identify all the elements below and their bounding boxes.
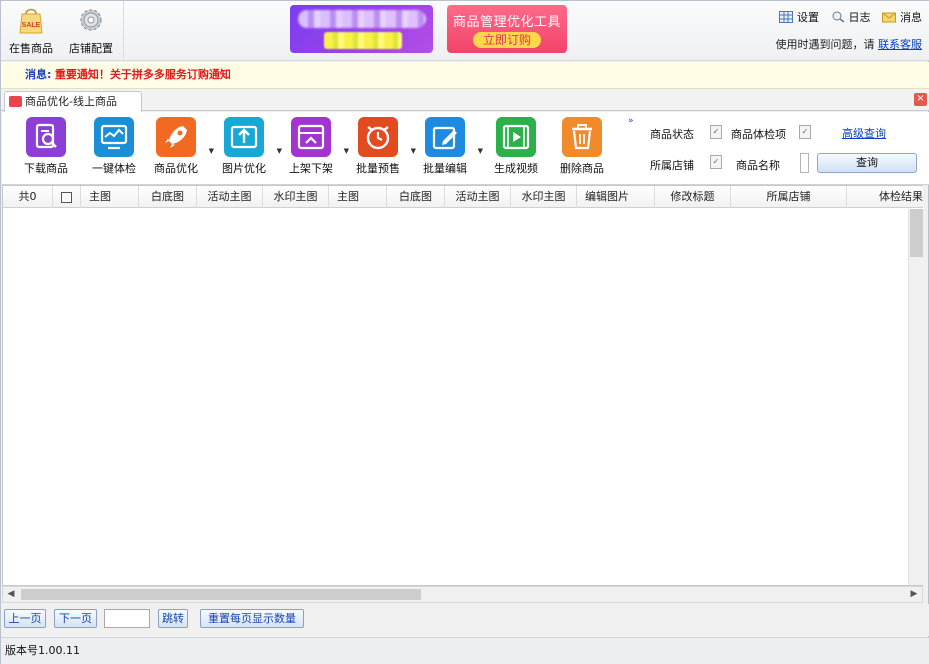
status-filter-label: 商品状态 <box>650 128 694 141</box>
pager: 上一页 下一页 跳转 重置每页显示数量 <box>1 604 929 636</box>
col-main-image-2[interactable]: 主图 <box>329 186 387 208</box>
gear-icon <box>80 9 102 31</box>
alarm-clock-icon <box>358 117 398 157</box>
video-icon <box>496 117 536 157</box>
edit-dropdown-icon[interactable]: ▼ <box>478 147 483 155</box>
settings-link[interactable]: 设置 <box>779 9 819 25</box>
col-white-bg[interactable]: 白底图 <box>139 186 197 208</box>
col-select-all[interactable] <box>53 186 81 208</box>
col-store[interactable]: 所属店铺 <box>731 186 847 208</box>
edit-icon <box>425 117 465 157</box>
horizontal-scroll-thumb[interactable] <box>21 589 421 600</box>
promo-title: 商品管理优化工具 <box>452 15 561 30</box>
contact-support-link[interactable]: 联系客服 <box>878 38 922 51</box>
select-all-checkbox[interactable] <box>61 191 72 203</box>
status-filter-dropdown[interactable]: ✓ <box>710 125 722 139</box>
tab-online-products[interactable]: 商品优化-线上商品 <box>4 91 142 112</box>
store-filter-label: 所属店铺 <box>650 159 694 172</box>
close-tab-icon[interactable]: × <box>914 93 927 106</box>
scroll-left-icon[interactable]: ◀ <box>3 587 19 602</box>
jump-button[interactable]: 跳转 <box>158 609 188 628</box>
col-watermark-main[interactable]: 水印主图 <box>263 186 329 208</box>
sale-bag-icon: SALE <box>19 8 43 34</box>
monitor-icon <box>94 117 134 157</box>
toolbar: 下载商品 一键体检 商品优化 ▼ 图片优化 ▼ 上架下架 ▼ 批量预售 ▼ 批量… <box>2 112 929 185</box>
prev-page-button[interactable]: 上一页 <box>4 609 46 628</box>
col-main-image[interactable]: 主图 <box>81 186 139 208</box>
product-name-input[interactable] <box>800 153 809 173</box>
col-watermark-main-2[interactable]: 水印主图 <box>511 186 577 208</box>
col-check-result[interactable]: 体检结果 <box>847 186 923 208</box>
notice-message-link[interactable]: 重要通知！关于拼多多服务订购通知 <box>55 68 231 81</box>
product-optimize-button[interactable]: 商品优化 ▼ <box>144 117 214 176</box>
ad-banner-blurred[interactable] <box>290 5 433 53</box>
delete-products-button[interactable]: 删除商品 <box>550 117 614 176</box>
help-text: 使用时遇到问题，请 <box>775 38 875 51</box>
one-click-check-button[interactable]: 一键体检 <box>82 117 146 176</box>
app-window: SALE 在售商品 店铺配置 商品管理优化工具 立即订购 设置 日志 消息 使用… <box>0 0 929 664</box>
notice-bar: 消息: 重要通知！关于拼多多服务订购通知 <box>1 62 929 89</box>
products-grid: 共0 主图 白底图 活动主图 水印主图 主图 白底图 活动主图 水印主图 编辑图… <box>2 185 923 586</box>
advanced-search-link[interactable]: 高级查询 <box>842 125 886 141</box>
vertical-scroll-thumb[interactable] <box>910 209 923 257</box>
rocket-icon <box>156 117 196 157</box>
blurred-ad-button <box>324 32 402 49</box>
vertical-scrollbar[interactable] <box>908 209 923 585</box>
tab-title: 商品优化-线上商品 <box>25 95 117 108</box>
col-activity-main-2[interactable]: 活动主图 <box>445 186 511 208</box>
shelf-icon <box>291 117 331 157</box>
message-envelope-icon <box>882 12 896 23</box>
on-sale-label: 在售商品 <box>9 42 53 55</box>
svg-text:SALE: SALE <box>22 22 41 29</box>
promo-banner[interactable]: 商品管理优化工具 立即订购 <box>447 5 567 53</box>
generate-video-button[interactable]: 生成视频 <box>484 117 548 176</box>
batch-edit-button[interactable]: 批量编辑 ▼ <box>413 117 483 176</box>
tab-app-icon <box>9 96 22 107</box>
health-filter-label: 商品体检项 <box>731 128 786 141</box>
name-filter-label: 商品名称 <box>736 159 780 172</box>
scroll-right-icon[interactable]: ▶ <box>906 587 922 602</box>
blurred-ad-title <box>298 10 426 28</box>
grid-header: 共0 主图 白底图 活动主图 水印主图 主图 白底图 活动主图 水印主图 编辑图… <box>3 186 923 208</box>
status-bar: 版本号1.00.11 <box>1 637 929 664</box>
help-row: 使用时遇到问题，请 联系客服 <box>776 36 923 52</box>
top-divider <box>123 1 124 61</box>
col-edit-title[interactable]: 修改标题 <box>655 186 731 208</box>
top-bar: SALE 在售商品 店铺配置 商品管理优化工具 立即订购 设置 日志 消息 使用… <box>1 1 929 61</box>
trash-icon <box>562 117 602 157</box>
version-label: 版本号1.00.11 <box>5 644 80 657</box>
image-upload-icon <box>224 117 264 157</box>
horizontal-scrollbar[interactable]: ◀ ▶ <box>2 586 923 603</box>
batch-presale-button[interactable]: 批量预售 ▼ <box>346 117 416 176</box>
reset-page-size-button[interactable]: 重置每页显示数量 <box>200 609 304 628</box>
health-filter-dropdown[interactable]: ✓ <box>799 125 811 139</box>
shelf-toggle-button[interactable]: 上架下架 ▼ <box>279 117 349 176</box>
log-search-icon <box>832 11 844 23</box>
tab-strip: 商品优化-线上商品 × <box>1 89 929 112</box>
more-tools-icon[interactable]: » <box>628 116 634 126</box>
col-count: 共0 <box>3 186 53 208</box>
settings-grid-icon <box>779 11 793 23</box>
notice-label: 消息: <box>25 68 52 81</box>
download-products-button[interactable]: 下载商品 <box>14 117 78 176</box>
col-white-bg-2[interactable]: 白底图 <box>387 186 445 208</box>
store-config-label: 店铺配置 <box>69 42 113 55</box>
col-edit-image[interactable]: 编辑图片 <box>577 186 655 208</box>
query-button[interactable]: 查询 <box>817 153 917 173</box>
messages-link[interactable]: 消息 <box>882 9 922 25</box>
store-config-button[interactable]: 店铺配置 <box>63 4 119 58</box>
store-filter-dropdown[interactable]: ✓ <box>710 155 722 169</box>
col-activity-main[interactable]: 活动主图 <box>197 186 263 208</box>
page-number-input[interactable] <box>104 609 150 628</box>
on-sale-products-button[interactable]: SALE 在售商品 <box>3 4 59 58</box>
next-page-button[interactable]: 下一页 <box>54 609 97 628</box>
download-doc-icon <box>26 117 66 157</box>
log-link[interactable]: 日志 <box>831 9 871 25</box>
image-optimize-button[interactable]: 图片优化 ▼ <box>212 117 282 176</box>
promo-order-button[interactable]: 立即订购 <box>472 32 541 48</box>
